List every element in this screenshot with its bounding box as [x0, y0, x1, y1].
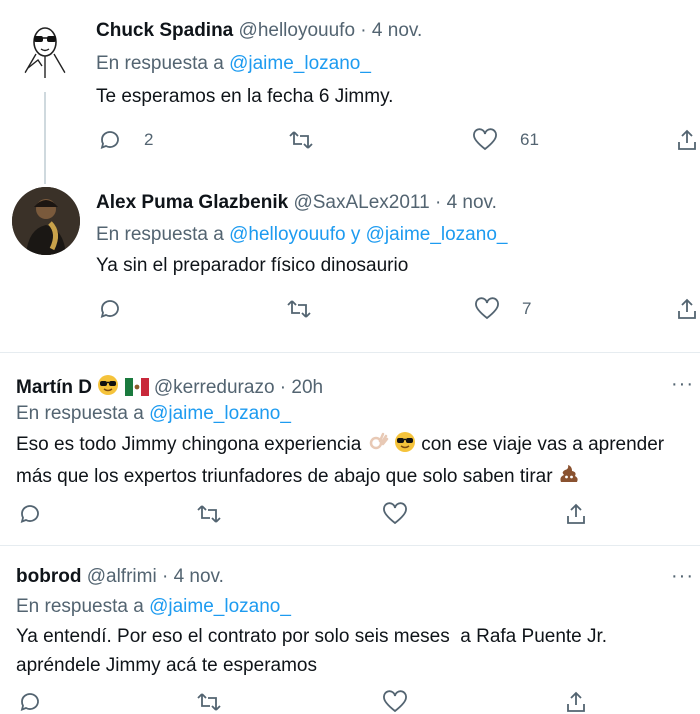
display-name[interactable]: Martín D [16, 377, 92, 398]
more-icon[interactable]: ··· [671, 565, 694, 588]
text-segment: Eso es todo Jimmy chingona experiencia [16, 434, 362, 455]
reply-button[interactable] [18, 502, 42, 526]
tweet-text: Eso es todo Jimmy chingona experiencia c… [16, 430, 700, 494]
reply-prefix: En respuesta a [16, 403, 144, 424]
share-button[interactable] [676, 128, 698, 152]
mention-link[interactable]: @jaime_lozano_ [366, 224, 508, 245]
avatar[interactable] [14, 18, 76, 80]
avatar-sketch-icon [21, 27, 69, 79]
separator: · [360, 20, 367, 41]
reply-prefix: En respuesta a [96, 224, 224, 245]
separator: · [161, 566, 169, 587]
sunglasses-emoji-icon [394, 431, 416, 462]
tweet-header: Alex Puma Glazbenik @SaxALex2011 · 4 nov… [96, 192, 497, 214]
mention-link[interactable]: @jaime_lozano_ [229, 53, 371, 74]
reply-context: En respuesta a @jaime_lozano_ [16, 596, 291, 618]
tweet-alex-puma[interactable]: Alex Puma Glazbenik @SaxALex2011 · 4 nov… [0, 175, 700, 345]
retweet-button[interactable] [288, 128, 336, 152]
tweet-martin-d[interactable]: Martín D @kerredurazo · 20h ··· En respu… [0, 353, 700, 543]
share-icon [678, 298, 696, 319]
tweet-text: Te esperamos en la fecha 6 Jimmy. [96, 86, 394, 107]
reply-icon [20, 505, 39, 523]
like-count: 7 [522, 299, 532, 318]
reply-prefix: En respuesta a [16, 596, 144, 617]
retweet-button[interactable] [286, 297, 334, 321]
user-handle[interactable]: @SaxALex2011 [293, 192, 429, 213]
display-name[interactable]: Chuck Spadina [96, 20, 233, 41]
reply-button[interactable] [98, 297, 144, 321]
reply-button[interactable] [18, 690, 42, 714]
tweet-text-line: más que los expertos triunfadores de aba… [16, 462, 700, 494]
timestamp[interactable]: 4 nov. [447, 192, 497, 213]
retweet-icon [197, 505, 221, 523]
user-handle[interactable]: @helloyouufo [239, 20, 355, 41]
mention-link[interactable]: @jaime_lozano_ [149, 596, 291, 617]
like-icon [383, 690, 407, 713]
tweet-header: Martín D @kerredurazo · 20h [16, 374, 323, 402]
tweet-text: Ya entendí. Por eso el contrato por solo… [16, 622, 700, 680]
retweet-icon [289, 131, 313, 149]
like-button[interactable]: 61 [472, 128, 539, 152]
retweet-button[interactable] [196, 690, 222, 714]
more-icon[interactable]: ··· [671, 373, 694, 396]
reply-icon [100, 300, 119, 318]
user-handle[interactable]: @kerredurazo [154, 377, 275, 398]
like-icon [475, 297, 499, 320]
share-button[interactable] [676, 297, 698, 321]
share-icon [678, 129, 696, 150]
avatar-photo-icon [12, 187, 80, 255]
tweet-header: Chuck Spadina @helloyouufo · 4 nov. [96, 20, 422, 42]
like-button[interactable]: 7 [474, 297, 531, 321]
reply-context: En respuesta a @jaime_lozano_ [96, 53, 371, 75]
tweet-text: Ya sin el preparador físico dinosaurio [96, 255, 409, 276]
text-segment: más que los expertos triunfadores de aba… [16, 466, 553, 487]
tweet-bobrod[interactable]: bobrod @alfrimi · 4 nov. ··· En respuest… [0, 546, 700, 713]
like-button[interactable] [382, 502, 408, 526]
mention-link[interactable]: @jaime_lozano_ [149, 403, 291, 424]
mexico-flag-icon [124, 378, 149, 402]
tweet-text-line: Ya entendí. Por eso el contrato por solo… [16, 626, 608, 647]
tweet-chuck-spadina[interactable]: Chuck Spadina @helloyouufo · 4 nov. En r… [0, 0, 700, 175]
reply-context: En respuesta a @jaime_lozano_ [16, 403, 291, 425]
like-icon [383, 502, 407, 525]
share-button[interactable] [565, 502, 587, 526]
tweet-header: bobrod @alfrimi · 4 nov. [16, 566, 224, 588]
reply-icon [100, 131, 119, 149]
user-handle[interactable]: @alfrimi [87, 566, 157, 587]
reply-joiner: y [350, 224, 361, 245]
tweet-text-line: apréndele Jimmy acá te esperamos [16, 655, 317, 676]
timestamp[interactable]: 4 nov. [372, 20, 422, 41]
tweet-text-line: Eso es todo Jimmy chingona experiencia c… [16, 430, 700, 462]
share-icon [567, 503, 585, 524]
display-name[interactable]: Alex Puma Glazbenik [96, 192, 288, 213]
mention-link[interactable]: @helloyouufo [229, 224, 345, 245]
ok-hand-emoji-icon [367, 431, 389, 462]
poop-emoji-icon [558, 463, 580, 494]
retweet-icon [197, 693, 221, 711]
retweet-button[interactable] [196, 502, 222, 526]
like-count: 61 [520, 130, 539, 149]
display-name[interactable]: bobrod [16, 566, 81, 587]
like-icon [473, 128, 497, 151]
timestamp[interactable]: 4 nov. [174, 566, 224, 587]
reply-count: 2 [144, 130, 154, 149]
timestamp[interactable]: 20h [291, 377, 323, 398]
avatar[interactable] [12, 187, 80, 255]
reply-prefix: En respuesta a [96, 53, 224, 74]
reply-button[interactable]: 2 [98, 128, 153, 152]
separator: · [434, 192, 442, 213]
reply-context: En respuesta a @helloyouufo y @jaime_loz… [96, 224, 507, 246]
retweet-icon [287, 300, 311, 318]
reply-icon [20, 693, 39, 711]
sunglasses-emoji-icon [97, 374, 119, 402]
like-button[interactable] [382, 690, 408, 714]
share-icon [567, 691, 585, 712]
text-segment: con ese viaje vas a aprender [421, 434, 665, 455]
separator: · [279, 377, 287, 398]
share-button[interactable] [565, 690, 587, 714]
